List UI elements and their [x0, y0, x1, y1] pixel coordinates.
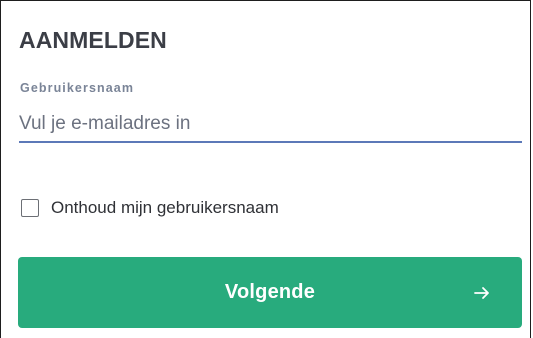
username-label: Gebruikersnaam — [20, 81, 135, 95]
remember-username-label: Onthoud mijn gebruikersnaam — [51, 198, 279, 217]
remember-username-checkbox[interactable] — [21, 199, 39, 217]
remember-username-option[interactable]: Onthoud mijn gebruikersnaam — [21, 198, 279, 218]
page-title: AANMELDEN — [19, 27, 167, 53]
login-panel: AANMELDEN Gebruikersnaam Onthoud mijn ge… — [0, 0, 531, 338]
username-input[interactable] — [19, 107, 522, 143]
next-button-label: Volgende — [224, 281, 316, 303]
next-button[interactable]: Volgende — [18, 257, 522, 328]
arrow-right-icon — [474, 286, 489, 299]
